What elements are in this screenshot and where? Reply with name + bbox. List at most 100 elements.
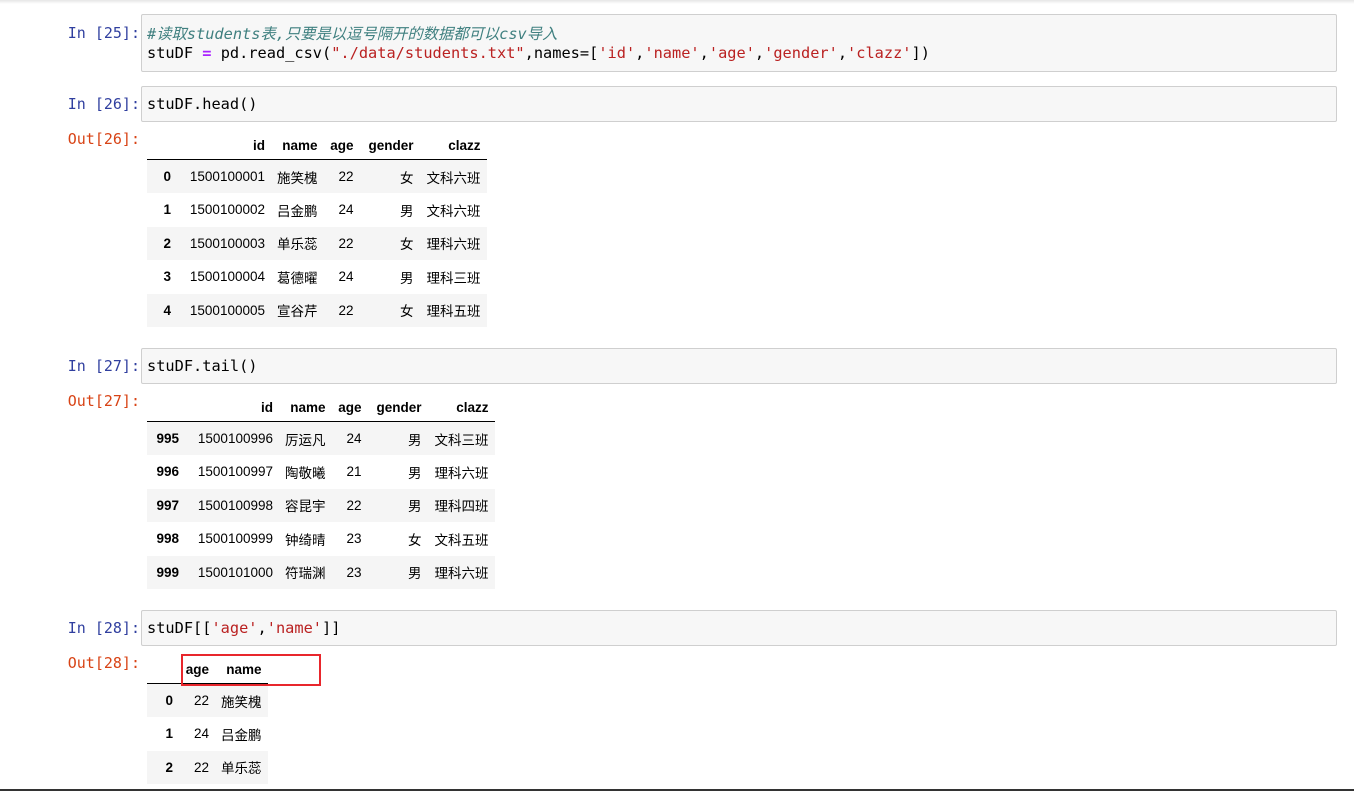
cell-age: 22 — [346, 497, 362, 513]
cell-id: 1500100997 — [197, 464, 273, 480]
row-index: 0 — [163, 169, 171, 184]
row-index: 996 — [156, 464, 179, 480]
code-input-25[interactable]: #读取students表,只要是以逗号隔开的数据都可以csv导入 stuDF =… — [141, 14, 1337, 72]
out-prompt-28: Out[28]: — [67, 654, 140, 672]
code-input-27[interactable]: stuDF.tail() — [141, 348, 1337, 384]
row-index: 2 — [163, 235, 171, 251]
code-string: 'id' — [598, 44, 636, 62]
row-index: 2 — [165, 759, 173, 775]
cell-gender: 女 — [400, 237, 414, 253]
row-index: 995 — [156, 431, 179, 446]
top-shadow — [0, 0, 1354, 4]
cell-id: 1500101000 — [197, 564, 273, 580]
column-header-age: age — [331, 393, 368, 422]
column-header-clazz: clazz — [419, 131, 487, 160]
cell-clazz: 理科三班 — [426, 270, 481, 286]
code-line: stuDF.head() — [147, 95, 258, 113]
table-header-row: id name age gender clazz — [147, 393, 495, 422]
code-token: pd.read_csv( — [211, 44, 332, 62]
cell-age: 23 — [346, 564, 362, 580]
cell-id: 1500100005 — [189, 302, 265, 318]
cell-id: 1500100003 — [189, 235, 265, 251]
in-prompt-25: In [25]: — [67, 24, 140, 42]
column-header-clazz: clazz — [427, 393, 495, 422]
cell-name: 陶敬曦 — [285, 465, 326, 481]
dataframe-tail-table: id name age gender clazz 995 1500100996 厉运… — [147, 393, 495, 589]
out-prompt-26: Out[26]: — [67, 130, 140, 148]
cell-name: 吕金鹏 — [221, 727, 262, 743]
code-line: stuDF.tail() — [147, 357, 258, 375]
row-index: 0 — [165, 693, 173, 708]
cell-age: 23 — [346, 531, 362, 547]
dataframe-head-table: id name age gender clazz 0 1500100001 施笑槐 2… — [147, 131, 487, 327]
cell-id: 1500100996 — [197, 431, 273, 446]
code-input-28[interactable]: stuDF[['age','name']] — [141, 610, 1337, 646]
column-header-index — [147, 393, 185, 422]
row-index: 997 — [156, 497, 179, 513]
row-index: 3 — [163, 269, 171, 285]
cell-gender: 女 — [400, 170, 414, 186]
table-header-row: id name age gender clazz — [147, 131, 487, 160]
cell-age: 22 — [193, 759, 209, 775]
in-prompt-26: In [26]: — [67, 95, 140, 113]
code-string: 'name' — [266, 619, 323, 637]
cell-clazz: 理科六班 — [434, 566, 489, 582]
table-row: 4 1500100005 宣谷芹 22 女理科五班 — [147, 293, 487, 327]
cell-clazz: 文科六班 — [426, 203, 481, 219]
in-prompt-28: In [28]: — [67, 619, 140, 637]
cell-gender: 男 — [408, 499, 422, 515]
code-token: , — [837, 44, 848, 62]
cell-clazz: 理科五班 — [426, 304, 481, 320]
code-string: "./data/students.txt" — [331, 44, 525, 62]
column-header-gender: gender — [367, 393, 428, 422]
cell-id: 1500100998 — [197, 497, 273, 513]
cell-gender: 男 — [400, 270, 414, 286]
cell-gender: 女 — [408, 532, 422, 548]
code-token: stuDF — [147, 44, 203, 62]
code-comment: #读取students表,只要是以逗号隔开的数据都可以csv导入 — [147, 25, 558, 43]
cell-id: 1500100004 — [189, 269, 265, 285]
row-index: 998 — [156, 531, 179, 547]
table-row: 1 24 吕金鹏 — [147, 717, 268, 751]
cell-clazz: 文科五班 — [434, 532, 489, 548]
cell-age: 24 — [193, 726, 209, 742]
cell-age: 22 — [338, 235, 354, 251]
table-row: 3 1500100004 葛德曜 24 男理科三班 — [147, 260, 487, 294]
cell-gender: 男 — [408, 566, 422, 582]
table-row: 2 1500100003 单乐蕊 22 女理科六班 — [147, 226, 487, 260]
cell-id: 1500100999 — [197, 531, 273, 547]
table-row: 995 1500100996 厉运凡 24 男文科三班 — [147, 421, 495, 455]
code-token: ]) — [911, 44, 930, 62]
code-input-26[interactable]: stuDF.head() — [141, 86, 1337, 122]
column-header-index — [147, 655, 179, 684]
code-token: ,names=[ — [524, 44, 599, 62]
code-line: stuDF[['age','name']] — [147, 619, 340, 637]
cell-name: 单乐蕊 — [221, 761, 262, 777]
cell-age: 21 — [346, 464, 362, 480]
code-string: 'clazz' — [847, 44, 912, 62]
cell-name: 钟绮晴 — [285, 532, 326, 548]
table-row: 996 1500100997 陶敬曦 21 男理科六班 — [147, 455, 495, 489]
cell-age: 22 — [193, 693, 209, 708]
cell-gender: 女 — [400, 304, 414, 320]
column-header-age: age — [323, 131, 360, 160]
cell-age: 24 — [338, 202, 354, 218]
row-index: 4 — [163, 302, 171, 318]
column-header-id: id — [185, 393, 279, 422]
code-token: , — [699, 44, 709, 62]
cell-name: 施笑槐 — [221, 694, 262, 710]
code-token: , — [635, 44, 645, 62]
row-index: 1 — [165, 726, 173, 742]
cell-clazz: 理科四班 — [434, 499, 489, 515]
cell-clazz: 理科六班 — [434, 465, 489, 481]
table-row: 2 22 单乐蕊 — [147, 750, 268, 784]
cell-name: 施笑槐 — [277, 170, 318, 186]
cell-clazz: 文科六班 — [426, 170, 481, 186]
code-token: , — [754, 44, 765, 62]
table-row: 0 1500100001 施笑槐 22 女文科六班 — [147, 159, 487, 193]
cell-gender: 男 — [400, 203, 414, 219]
column-header-name: name — [279, 393, 332, 422]
cell-clazz: 文科三班 — [434, 432, 489, 448]
column-header-gender: gender — [359, 131, 420, 160]
out-prompt-27: Out[27]: — [67, 392, 140, 410]
